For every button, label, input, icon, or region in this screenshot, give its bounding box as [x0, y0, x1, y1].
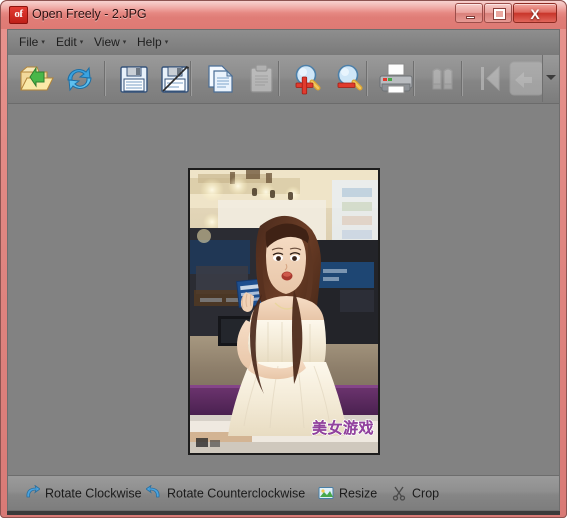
copy-button[interactable]	[198, 58, 241, 99]
resize-button[interactable]: Resize	[318, 483, 377, 503]
menu-help-label: Help	[137, 35, 162, 49]
save-button[interactable]	[112, 58, 155, 99]
chevron-down-icon: ▾	[41, 39, 45, 47]
menu-edit[interactable]: Edit ▾	[53, 34, 86, 51]
application-window: of Open Freely - 2.JPG X File ▾ Edit ▾ Vie…	[0, 0, 567, 518]
crop-label: Crop	[412, 486, 440, 501]
paste-clipboard-icon	[250, 64, 273, 93]
chevron-down-icon: ▾	[164, 39, 169, 47]
image-viewport[interactable]: 美女游戏 美女游戏	[190, 170, 378, 453]
close-button[interactable]: X	[513, 3, 557, 23]
rotate-counterclockwise-label: Rotate Counterclockwise	[167, 486, 306, 501]
rotate-ccw-icon	[146, 484, 162, 501]
maximize-icon	[493, 8, 506, 20]
rotate-clockwise-label: Rotate Clockwise	[45, 486, 142, 501]
zoom-out-button[interactable]	[328, 58, 371, 99]
toolbar-separator	[461, 61, 462, 96]
close-icon: X	[530, 6, 540, 22]
printer-icon	[379, 63, 413, 94]
rotate-cw-icon	[24, 484, 40, 501]
window-title: Open Freely - 2.JPG	[32, 7, 147, 21]
refresh-button[interactable]	[58, 58, 101, 99]
toolbar-separator	[190, 61, 191, 96]
paste-button[interactable]	[240, 58, 283, 99]
rotate-clockwise-button[interactable]: Rotate Clockwise	[24, 483, 142, 503]
toolbar-separator	[413, 61, 414, 96]
compare-icon	[432, 68, 453, 90]
zoom-in-button[interactable]	[286, 58, 329, 99]
menu-file-label: File	[19, 35, 39, 49]
image-canvas[interactable]: 美女游戏 美女游戏	[8, 104, 559, 478]
menu-help[interactable]: Help ▾	[134, 34, 171, 51]
bottom-action-bar: Rotate Clockwise Rotate Counterclockwise	[8, 475, 559, 510]
print-button[interactable]	[374, 58, 417, 99]
toolbar-overflow-button[interactable]	[542, 55, 559, 102]
title-bar[interactable]: of Open Freely - 2.JPG X	[0, 0, 567, 29]
menu-view-label: View	[94, 35, 120, 49]
app-icon: of	[9, 6, 28, 24]
back-button[interactable]	[504, 58, 547, 99]
main-toolbar	[8, 55, 559, 104]
minimize-button[interactable]	[455, 3, 483, 23]
resize-label: Resize	[339, 486, 378, 501]
photo-content: 美女游戏 美女游戏	[190, 170, 378, 453]
open-button[interactable]	[14, 58, 57, 99]
toolbar-separator	[104, 61, 105, 96]
toolbar-separator	[366, 61, 367, 96]
menu-file[interactable]: File ▾	[16, 34, 48, 51]
back-arrow-icon	[509, 61, 544, 96]
refresh-icon	[67, 66, 92, 92]
magnifier-minus-icon	[337, 64, 363, 91]
copy-pages-icon	[208, 65, 234, 93]
chevron-down-icon: ▾	[122, 39, 127, 47]
resize-icon	[318, 485, 334, 501]
chevron-down-icon	[546, 75, 556, 80]
crop-button[interactable]: Crop	[391, 483, 439, 503]
status-strip	[7, 511, 560, 515]
menu-edit-label: Edit	[56, 35, 77, 49]
magnifier-plus-icon	[295, 64, 321, 95]
chevron-down-icon: ▾	[79, 39, 84, 47]
rotate-counterclockwise-button[interactable]: Rotate Counterclockwise	[146, 483, 305, 503]
compare-button[interactable]	[421, 58, 464, 99]
maximize-button[interactable]	[484, 3, 512, 23]
svg-text:美女游戏: 美女游戏	[312, 419, 374, 437]
image-frame: 美女游戏 美女游戏	[188, 168, 380, 455]
client-area: File ▾ Edit ▾ View ▾ Help ▾ 美女游戏 美女游戏 Ro…	[7, 29, 560, 511]
menu-view[interactable]: View ▾	[91, 34, 129, 51]
toolbar-separator	[278, 61, 279, 96]
minimize-icon	[466, 16, 475, 19]
menu-bar: File ▾ Edit ▾ View ▾ Help ▾	[8, 30, 559, 56]
floppy-save-icon	[120, 66, 148, 93]
crop-scissors-icon	[391, 485, 407, 501]
open-folder-icon	[19, 66, 54, 91]
watermark: 美女游戏 美女游戏	[311, 418, 374, 438]
